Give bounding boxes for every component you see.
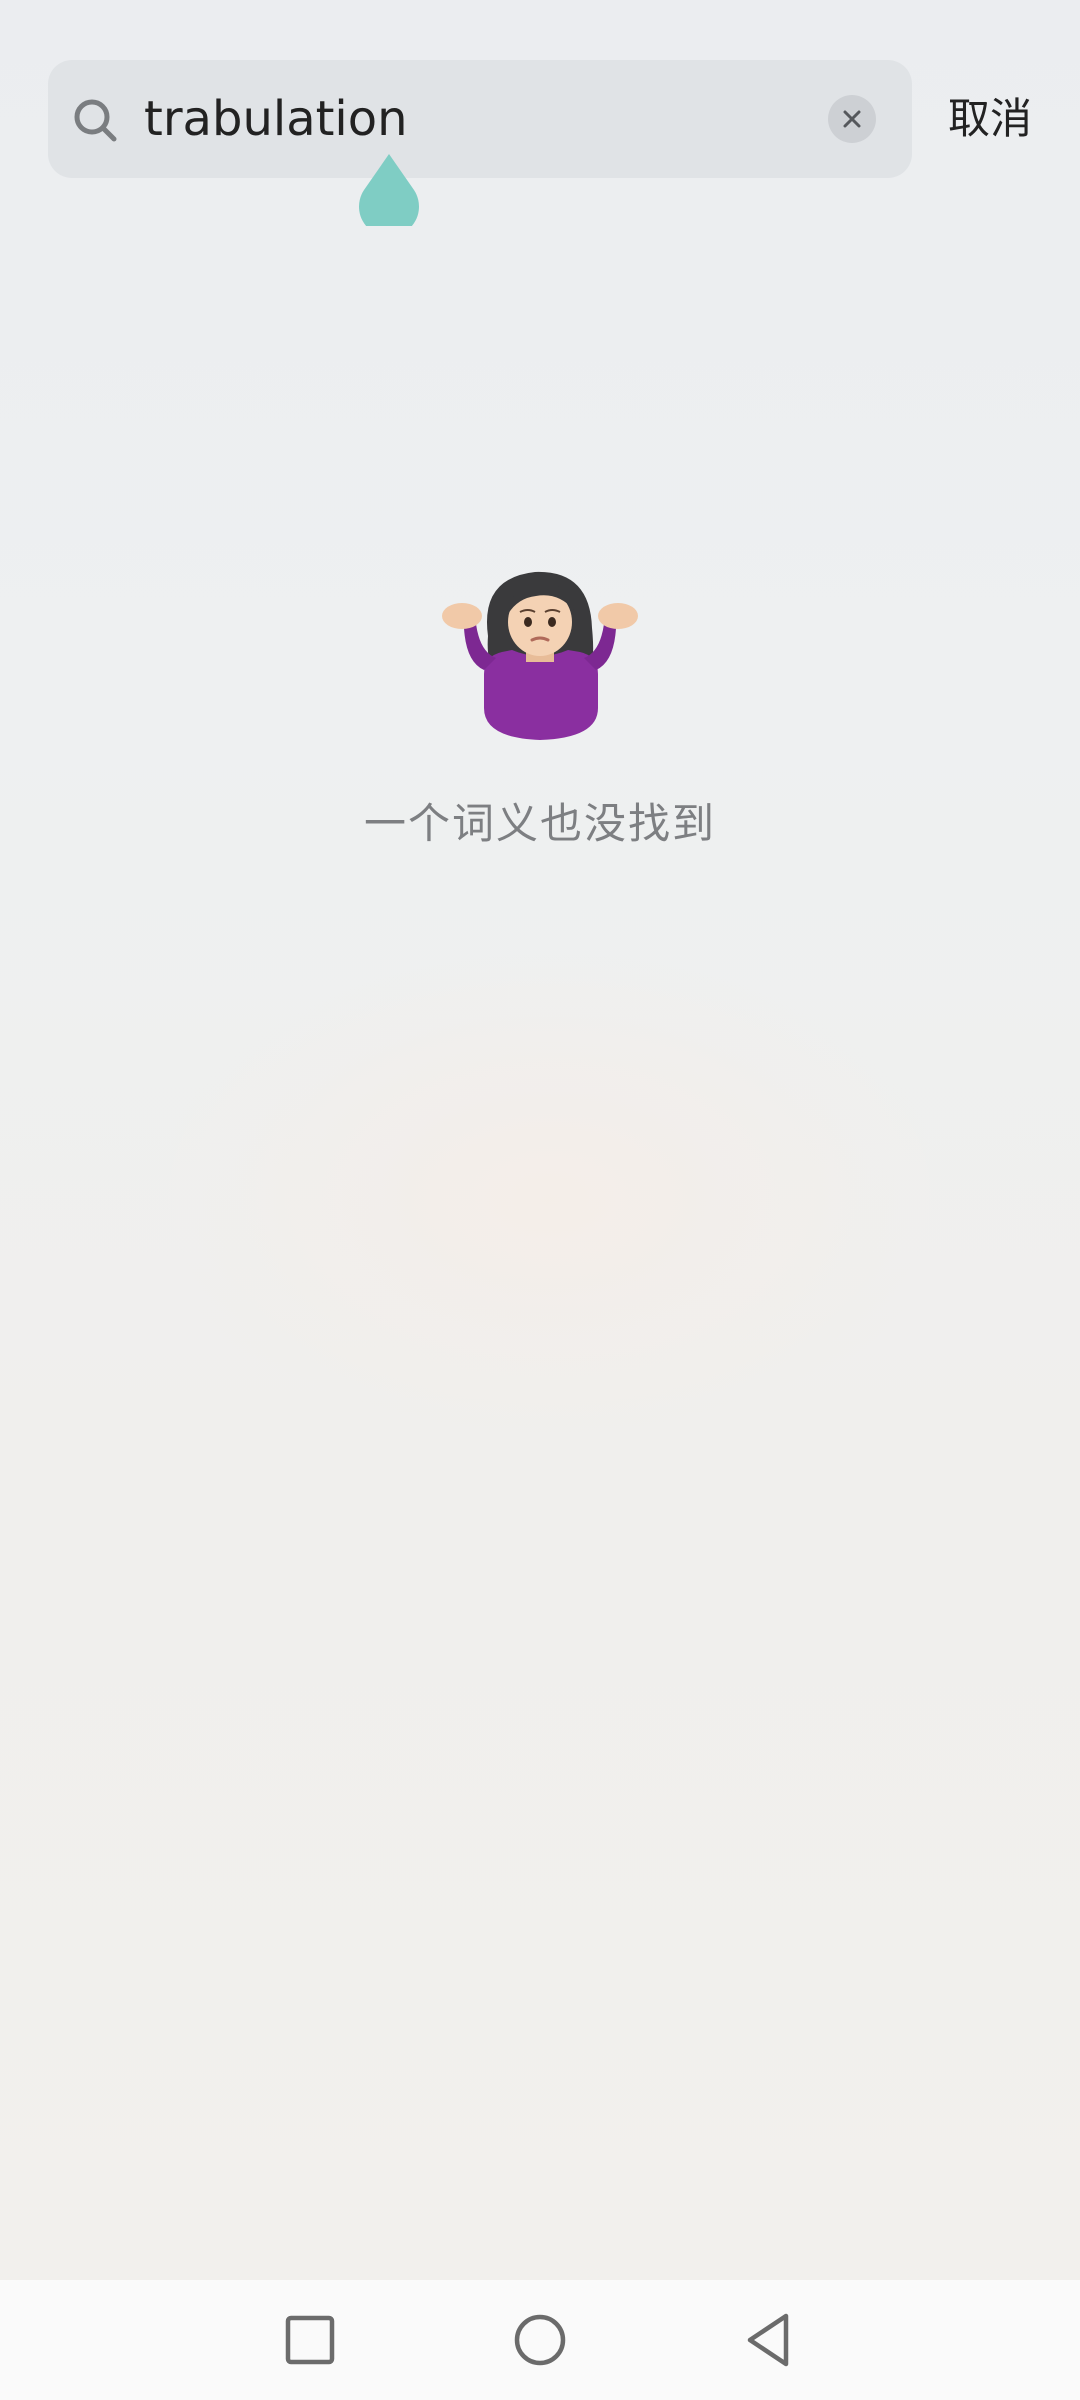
- empty-state-message: 一个词义也没找到: [363, 799, 716, 848]
- person-shrugging-emoji: [442, 571, 638, 740]
- clear-icon: [843, 110, 861, 128]
- system-navigation-bar: [0, 2280, 1080, 2400]
- background-glow: [150, 950, 950, 1450]
- text-cursor-handle[interactable]: [358, 152, 420, 226]
- search-icon: [74, 99, 117, 142]
- circle-icon[interactable]: [510, 2310, 570, 2370]
- cancel-button[interactable]: 取消: [948, 60, 1032, 178]
- clear-search-button[interactable]: [828, 95, 876, 143]
- triangle-back-icon[interactable]: [740, 2310, 800, 2370]
- square-icon[interactable]: [280, 2310, 340, 2370]
- search-bar[interactable]: trabulation: [48, 60, 912, 178]
